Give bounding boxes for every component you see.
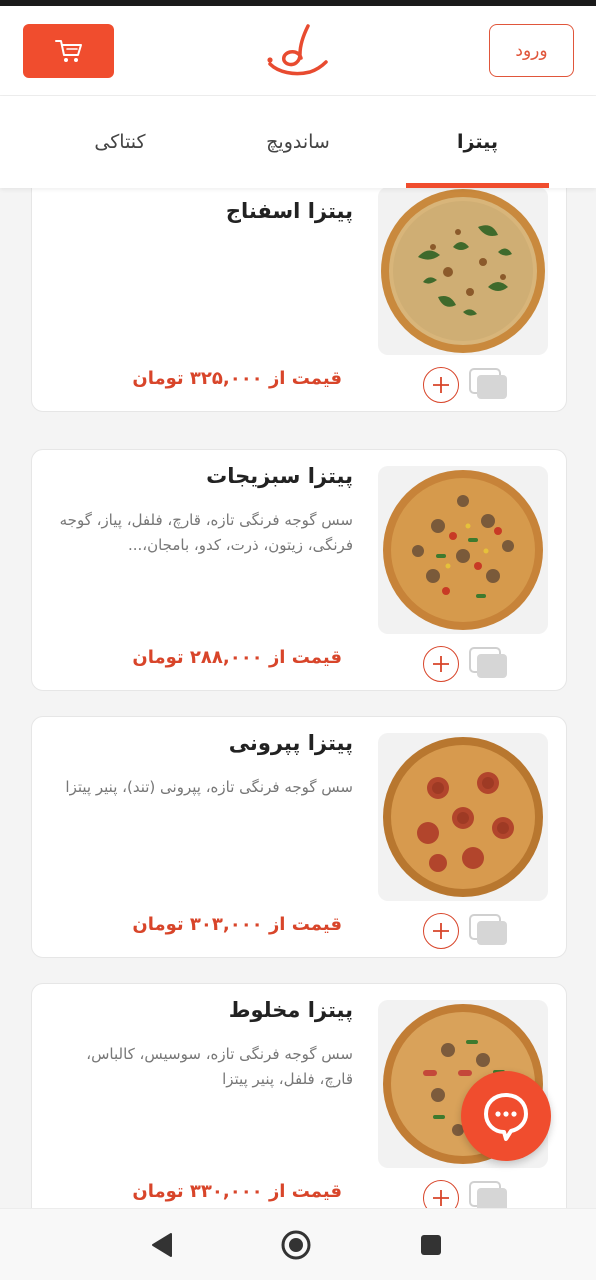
category-tabs: پیتزا ساندویچ کنتاکی xyxy=(0,96,596,188)
chat-bubble-icon xyxy=(484,1093,528,1141)
home-circle-icon xyxy=(281,1230,311,1260)
add-to-cart-button[interactable] xyxy=(423,1180,459,1208)
add-to-cart-button[interactable] xyxy=(423,646,459,682)
plus-icon xyxy=(433,923,449,939)
system-nav-bar xyxy=(0,1208,596,1280)
brand-logo[interactable] xyxy=(264,20,334,80)
tab-label: ساندویچ xyxy=(266,131,330,153)
app-header: ورود xyxy=(0,6,596,96)
gallery-icon[interactable] xyxy=(468,367,510,401)
recents-square-icon xyxy=(421,1235,441,1255)
product-title: پیتزا اسفناج xyxy=(225,199,353,223)
product-card[interactable]: پیتزا سبزیجات سس گوجه فرنگی تازه، قارچ، … xyxy=(31,449,567,691)
product-image[interactable] xyxy=(378,733,548,901)
product-image[interactable] xyxy=(378,188,548,355)
tab-label: کنتاکی xyxy=(94,131,146,153)
back-triangle-icon xyxy=(152,1233,172,1257)
product-image[interactable] xyxy=(378,466,548,634)
tab-pizza[interactable]: پیتزا xyxy=(406,96,549,188)
nav-recents-button[interactable] xyxy=(413,1227,449,1263)
product-card[interactable]: پیتزا پپرونی سس گوجه فرنگی تازه، پپرونی … xyxy=(31,716,567,958)
product-price: قیمت از ۳۳۰,۰۰۰ تومان xyxy=(132,1181,342,1202)
plus-icon xyxy=(433,1190,449,1206)
product-card[interactable]: پیتزا اسفناج قیمت از ۳۲۵,۰۰۰ تومان xyxy=(31,188,567,412)
login-button[interactable]: ورود xyxy=(489,24,574,77)
gallery-icon[interactable] xyxy=(468,1180,510,1208)
product-price: قیمت از ۲۸۸,۰۰۰ تومان xyxy=(132,647,342,668)
cart-button[interactable] xyxy=(23,24,114,78)
add-to-cart-button[interactable] xyxy=(423,913,459,949)
product-title: پیتزا پپرونی xyxy=(228,731,353,755)
tab-label: پیتزا xyxy=(457,131,498,153)
product-description: سس گوجه فرنگی تازه، قارچ، فلفل، پیاز، گو… xyxy=(59,511,353,554)
product-description: سس گوجه فرنگی تازه، پپرونی (تند)، پنیر پ… xyxy=(65,778,353,796)
plus-icon xyxy=(433,656,449,672)
tab-sandwich[interactable]: ساندویچ xyxy=(230,96,366,188)
product-list[interactable]: پیتزا اسفناج قیمت از ۳۲۵,۰۰۰ تومان پیتزا… xyxy=(0,188,596,1208)
add-to-cart-button[interactable] xyxy=(423,367,459,403)
product-title: پیتزا مخلوط xyxy=(228,998,353,1022)
product-price: قیمت از ۳۰۳,۰۰۰ تومان xyxy=(132,914,342,935)
gallery-icon[interactable] xyxy=(468,913,510,947)
product-description: سس گوجه فرنگی تازه، سوسیس، کالباس، قارچ،… xyxy=(86,1045,353,1088)
plus-icon xyxy=(433,377,449,393)
product-title: پیتزا سبزیجات xyxy=(206,464,353,488)
chat-button[interactable] xyxy=(461,1071,551,1161)
gallery-icon[interactable] xyxy=(468,646,510,680)
tab-kentucky[interactable]: کنتاکی xyxy=(60,96,180,188)
cart-icon xyxy=(54,40,82,62)
product-price: قیمت از ۳۲۵,۰۰۰ تومان xyxy=(132,368,342,389)
nav-back-button[interactable] xyxy=(143,1227,179,1263)
active-tab-indicator xyxy=(406,183,549,188)
nav-home-button[interactable] xyxy=(278,1227,314,1263)
